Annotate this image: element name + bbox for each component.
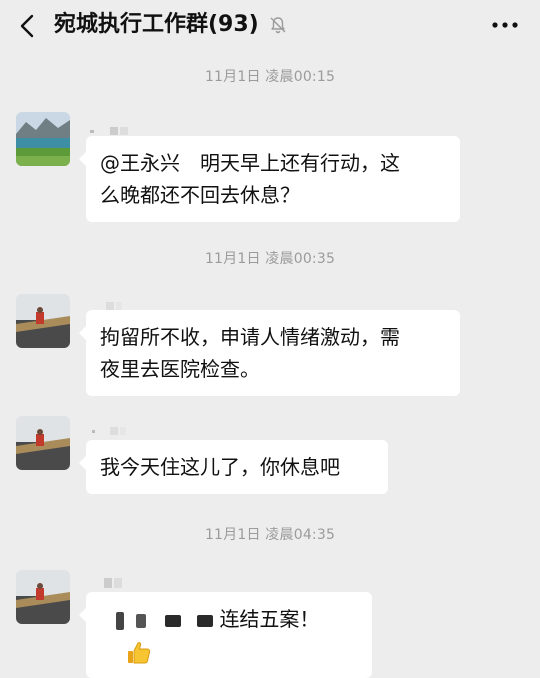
- chat-title: 宛城执行工作群(93): [54, 12, 259, 37]
- field-avatar-image: [16, 570, 70, 624]
- redacted-text: [197, 614, 214, 627]
- chat-header: 宛城执行工作群(93): [0, 0, 540, 52]
- message-bubble[interactable]: 我今天住这儿了，你休息吧: [79, 440, 388, 494]
- message-timestamp: 11月1日 凌晨00:15: [204, 69, 336, 85]
- avatar[interactable]: [16, 570, 70, 624]
- message-text-line: 拘留所不收，申请人情绪激动，需: [100, 325, 400, 349]
- message-text: 连结五案！: [219, 607, 320, 631]
- redacted-text: [164, 614, 181, 627]
- message-bubble[interactable]: 连结五案！: [79, 592, 372, 678]
- back-arrow-icon[interactable]: [16, 12, 40, 40]
- avatar[interactable]: [16, 416, 70, 470]
- message-text-line: 么晚都还不回去休息？: [100, 183, 300, 207]
- message-timestamp: 11月1日 凌晨04:35: [204, 527, 336, 543]
- landscape-avatar-image: [16, 112, 70, 166]
- message-text-line: 夜里去医院检查。: [100, 357, 260, 381]
- sender-name-redacted: [86, 424, 136, 440]
- redacted-text: [116, 611, 124, 630]
- message-bubble[interactable]: 拘留所不收，申请人情绪激动，需 夜里去医院检查。: [79, 310, 460, 396]
- redacted-text: [136, 613, 147, 628]
- message-text-line: 我今天住这儿了，你休息吧: [100, 455, 340, 479]
- message-timestamp: 11月1日 凌晨00:35: [204, 251, 336, 267]
- mute-bell-icon: [270, 17, 286, 34]
- avatar[interactable]: [16, 294, 70, 348]
- field-avatar-image: [16, 416, 70, 470]
- sender-name-redacted: [86, 576, 136, 592]
- thumbs-up-icon: [128, 641, 151, 663]
- avatar[interactable]: [16, 112, 70, 166]
- message-text-line: @王永兴 明天早上还有行动，这: [100, 151, 400, 175]
- message-bubble[interactable]: @王永兴 明天早上还有行动，这 么晚都还不回去休息？: [79, 136, 460, 222]
- field-avatar-image: [16, 294, 70, 348]
- more-options-icon[interactable]: [490, 18, 520, 32]
